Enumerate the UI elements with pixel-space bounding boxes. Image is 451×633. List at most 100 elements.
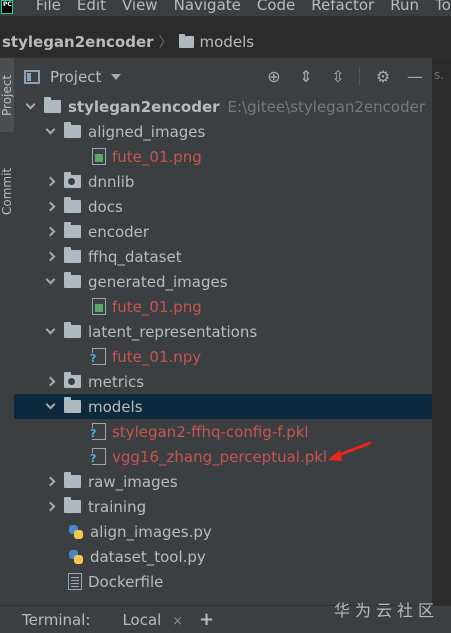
tree-item-label: models <box>88 397 143 416</box>
menu-code[interactable]: Code <box>249 0 303 13</box>
collapse-arrow-icon[interactable] <box>44 176 56 188</box>
collapse-arrow-icon[interactable] <box>44 226 56 238</box>
folder-icon <box>64 497 81 513</box>
hide-icon[interactable]: — <box>406 68 424 86</box>
breadcrumb-project[interactable]: stylegan2encoder <box>2 33 154 51</box>
watermark: 华为云社区 <box>333 601 439 620</box>
collapse-arrow-icon[interactable] <box>44 201 56 213</box>
pycharm-logo-icon: PC <box>1 0 13 14</box>
collapse-arrow-icon[interactable] <box>44 501 56 513</box>
expand-arrow-icon[interactable] <box>44 124 56 138</box>
tree-item-label: vgg16_zhang_perceptual.pkl <box>112 447 328 466</box>
tree-row-folder[interactable]: dnnlib <box>14 169 432 194</box>
breadcrumb-folder[interactable]: models <box>200 33 255 51</box>
tree-row-folder[interactable]: latent_representations <box>14 319 432 344</box>
project-tree: stylegan2encoder E:\gitee\stylegan2encod… <box>14 94 432 594</box>
tree-item-label: raw_images <box>88 472 178 491</box>
tree-item-label: dataset_tool.py <box>90 547 206 566</box>
gear-icon[interactable]: ⚙ <box>374 68 392 86</box>
tree-row-file[interactable]: align_images.py <box>14 519 432 544</box>
unknown-file-icon <box>90 423 106 440</box>
folder-icon <box>64 472 81 488</box>
expand-all-icon[interactable]: ⇕ <box>297 68 315 86</box>
locate-file-icon[interactable]: ⊕ <box>265 68 283 86</box>
collapse-all-icon[interactable]: ⇳ <box>329 68 347 86</box>
python-file-icon <box>68 524 84 540</box>
tree-item-label: dnnlib <box>88 172 135 191</box>
menu-file[interactable]: File <box>21 0 69 13</box>
project-view-icon <box>24 70 40 84</box>
tree-item-label: encoder <box>88 222 150 241</box>
folder-icon <box>64 222 81 238</box>
menu-bar: PC File Edit View Navigate Code Refactor… <box>0 0 451 16</box>
project-panel-header: Project ⊕ ⇕ ⇳ ⚙ — <box>14 58 432 96</box>
tree-row-folder-selected[interactable]: models <box>14 394 432 419</box>
tree-item-label: fute_01.png <box>112 147 202 166</box>
menu-edit[interactable]: Edit <box>69 0 114 13</box>
tree-item-label: training <box>88 497 147 516</box>
expand-arrow-icon[interactable] <box>44 324 56 338</box>
tree-row-folder[interactable]: aligned_images <box>14 119 432 144</box>
collapse-arrow-icon[interactable] <box>44 251 56 263</box>
tree-row-folder[interactable]: generated_images <box>14 269 432 294</box>
folder-icon <box>64 272 81 288</box>
collapse-arrow-icon[interactable] <box>44 376 56 388</box>
folder-icon <box>64 197 81 213</box>
image-file-icon <box>92 148 106 165</box>
close-icon[interactable]: × <box>172 614 183 629</box>
folder-icon <box>64 122 81 138</box>
terminal-tab-label: Local <box>122 610 162 629</box>
menu-refactor[interactable]: Refactor <box>303 0 382 13</box>
chevron-down-icon[interactable] <box>111 74 122 80</box>
tree-row-folder[interactable]: ffhq_dataset <box>14 244 432 269</box>
tree-row-folder[interactable]: raw_images <box>14 469 432 494</box>
breadcrumb-separator-icon: 〉 <box>158 35 173 51</box>
expand-arrow-icon[interactable] <box>24 99 36 113</box>
project-panel: Project ⊕ ⇕ ⇳ ⚙ — stylegan2encoder E:\gi… <box>14 58 432 605</box>
terminal-label: Terminal: <box>22 610 91 629</box>
tree-row-file[interactable]: fute_01.png <box>14 294 432 319</box>
folder-icon <box>64 397 81 413</box>
tree-row-file[interactable]: fute_01.npy <box>14 344 432 369</box>
tool-tab-commit-label: Commit <box>0 167 14 215</box>
image-file-icon <box>92 298 106 315</box>
tool-tab-project-label: Project <box>0 74 14 116</box>
expand-arrow-icon[interactable] <box>44 399 56 413</box>
editor-area: s. <box>432 58 451 605</box>
add-terminal-icon[interactable]: + <box>199 609 214 630</box>
folder-icon <box>178 34 194 48</box>
expand-arrow-icon[interactable] <box>44 274 56 288</box>
tree-item-label: stylegan2-ffhq-config-f.pkl <box>112 422 309 441</box>
tree-row-folder[interactable]: metrics <box>14 369 432 394</box>
terminal-tab-local[interactable]: Local × <box>116 607 189 633</box>
project-view-selector[interactable]: Project <box>50 68 101 86</box>
text-file-icon <box>68 573 82 590</box>
tool-tab-project[interactable]: Project <box>0 58 14 132</box>
tree-row-file[interactable]: Dockerfile <box>14 569 432 594</box>
tool-tab-commit[interactable]: Commit <box>0 158 14 224</box>
menu-run[interactable]: Run <box>382 0 427 13</box>
tree-row-file[interactable]: fute_01.png <box>14 144 432 169</box>
menu-view[interactable]: View <box>114 0 166 13</box>
tree-row-file[interactable]: dataset_tool.py <box>14 544 432 569</box>
tree-row-folder[interactable]: docs <box>14 194 432 219</box>
package-folder-icon <box>64 372 81 388</box>
left-tool-strip: Project Commit <box>0 58 14 605</box>
menu-tools[interactable]: Too <box>427 0 451 13</box>
unknown-file-icon <box>90 348 106 365</box>
tree-item-label: docs <box>88 197 123 216</box>
tree-item-label: aligned_images <box>88 122 206 141</box>
tree-item-label: fute_01.npy <box>112 347 202 366</box>
folder-icon <box>64 322 81 338</box>
collapse-arrow-icon[interactable] <box>44 476 56 488</box>
tree-item-label: align_images.py <box>90 522 212 541</box>
editor-tab-stub[interactable]: s. <box>434 68 444 82</box>
tree-row-folder[interactable]: training <box>14 494 432 519</box>
tree-item-label: Dockerfile <box>88 572 164 591</box>
menu-navigate[interactable]: Navigate <box>166 0 249 13</box>
tree-row-folder[interactable]: encoder <box>14 219 432 244</box>
breadcrumb: stylegan2encoder 〉 models <box>0 28 451 56</box>
folder-icon <box>64 247 81 263</box>
folder-icon <box>44 97 61 113</box>
tree-row-root[interactable]: stylegan2encoder E:\gitee\stylegan2encod… <box>14 94 432 119</box>
